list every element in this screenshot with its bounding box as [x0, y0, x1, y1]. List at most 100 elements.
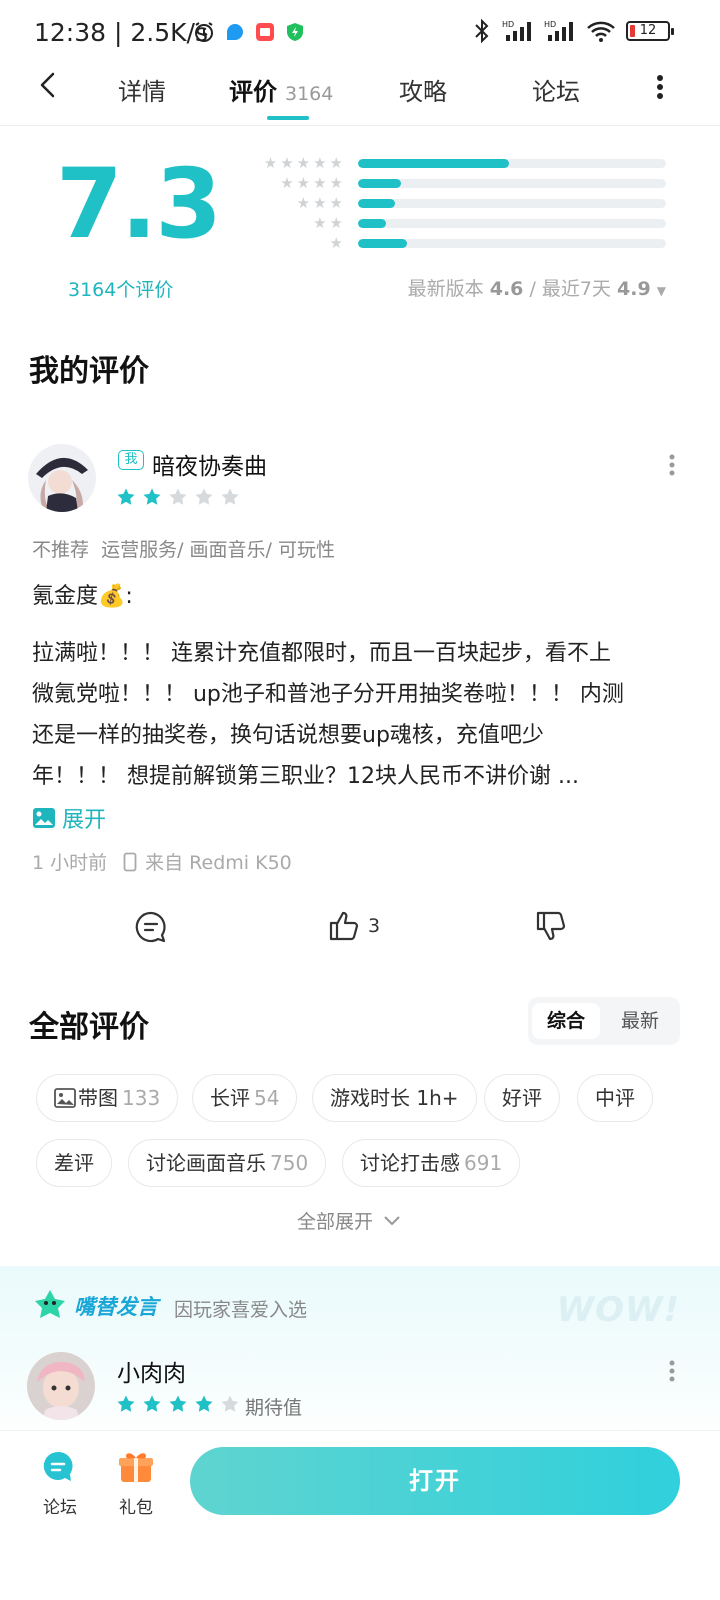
battery-indicator: 12: [626, 21, 674, 41]
rating-row-2-star: ★★: [232, 214, 666, 232]
rating-row-track: [358, 219, 666, 228]
star-icon: [195, 1395, 213, 1412]
filter-chip-graphics-music[interactable]: 讨论画面音乐 750: [128, 1139, 327, 1187]
image-icon: [54, 1088, 76, 1108]
expand-review-button[interactable]: 展开: [32, 802, 106, 834]
stars-label: 期待值: [245, 1397, 303, 1419]
more-options-icon[interactable]: [656, 74, 664, 100]
review-stars: [116, 487, 240, 507]
avatar[interactable]: [28, 444, 96, 512]
review-text-line: 还是一样的抽奖卷，换句话说想要up魂核，充值吧少: [32, 723, 544, 748]
rating-row-stars: ★★: [313, 214, 346, 232]
chip-count: 54: [254, 1085, 280, 1110]
status-bar: 12:38 | 2.5K/s HD HD 12: [0, 0, 720, 64]
avatar-image: [28, 444, 96, 512]
tab-guides[interactable]: 攻略: [399, 72, 447, 107]
featured-username[interactable]: 小肉肉: [117, 1354, 186, 1388]
expand-all-button[interactable]: 全部展开: [297, 1207, 401, 1234]
me-badge: 我: [118, 450, 144, 470]
filter-chip-playtime[interactable]: 游戏时长 1h+: [312, 1074, 477, 1122]
rating-row-bar: [358, 179, 402, 188]
tab-guides-label: 攻略: [399, 78, 447, 106]
phone-icon: [123, 852, 137, 871]
star-icon: [195, 488, 213, 505]
review-text-line: 氪金度💰:: [32, 584, 133, 609]
tab-forum-label: 论坛: [532, 78, 580, 106]
back-arrow-icon[interactable]: [34, 70, 64, 100]
chip-count: 750: [270, 1150, 309, 1175]
more-options-icon[interactable]: [669, 454, 675, 476]
rating-separator: /: [529, 278, 536, 300]
featured-subtitle: 因玩家喜爱入选: [174, 1299, 308, 1321]
review-text-line: 微氪党啦！！！ up池子和普池子分开用抽奖卷啦！！！ 内测: [32, 682, 624, 707]
avatar[interactable]: [27, 1352, 95, 1420]
sort-option-comprehensive[interactable]: 综合: [532, 1003, 600, 1039]
filter-chip-long-review[interactable]: 长评 54: [192, 1074, 298, 1122]
rating-row-bar: [358, 199, 395, 208]
filter-chip-neutral[interactable]: 中评: [577, 1074, 653, 1122]
average-score: 7.3: [56, 148, 222, 260]
star-icon: [169, 1395, 187, 1412]
star-icon: [117, 488, 135, 505]
rating-row-stars: ★★★★★: [263, 154, 346, 172]
thumbs-up-icon: [329, 911, 359, 941]
chevron-down-icon: [384, 1215, 400, 1225]
thumbs-down-icon: [536, 911, 566, 941]
open-app-button[interactable]: 打开: [190, 1447, 680, 1515]
wifi-icon: [587, 21, 615, 42]
like-count: 3: [368, 915, 381, 937]
rating-row-track: [358, 179, 666, 188]
signal-icon: HD: [544, 20, 573, 41]
rating-row-track: [358, 159, 666, 168]
rating-row-bar: [358, 239, 408, 248]
dropdown-triangle-icon: ▼: [656, 284, 666, 298]
status-app-icons: [192, 20, 306, 44]
mascot-icon: [35, 1290, 65, 1318]
image-icon: [33, 808, 55, 828]
star-icon: [169, 488, 187, 505]
review-text-line: 拉满啦！！！ 连累计充值都限时，而且一百块起步，看不上: [32, 641, 611, 666]
chip-label: 讨论画面音乐: [146, 1150, 266, 1175]
recent-label: 最近7天: [541, 278, 611, 300]
more-options-icon[interactable]: [669, 1360, 675, 1382]
sort-option-latest[interactable]: 最新: [606, 1003, 674, 1039]
forum-button[interactable]: 论坛: [42, 1450, 78, 1518]
active-tab-indicator: [267, 116, 309, 120]
rating-row-stars: ★★★: [296, 194, 346, 212]
rating-row-track: [358, 239, 666, 248]
version-label: 最新版本: [407, 278, 484, 300]
filter-chip-with-images[interactable]: 带图 133: [36, 1074, 179, 1122]
filter-chip-positive[interactable]: 好评: [484, 1074, 560, 1122]
review-count: 3164个评价: [68, 279, 174, 301]
like-button[interactable]: 3: [328, 910, 380, 942]
gift-label: 礼包: [119, 1498, 153, 1518]
comment-button[interactable]: [134, 910, 168, 944]
featured-stars: [116, 1394, 240, 1414]
dislike-button[interactable]: [535, 910, 567, 942]
shield-icon: [287, 23, 303, 41]
tab-details-label: 详情: [118, 78, 166, 106]
battery-level: 12: [639, 23, 657, 38]
all-reviews-heading: 全部评价: [29, 1010, 149, 1045]
review-meta: 1 小时前 来自 Redmi K50: [32, 848, 292, 875]
star-icon: [143, 1395, 161, 1412]
chip-label: 中评: [595, 1085, 635, 1110]
rating-row-4-star: ★★★★: [232, 174, 666, 192]
version-score: 4.6: [489, 278, 524, 300]
rating-row-1-star: ★: [232, 234, 666, 252]
filter-chip-negative[interactable]: 差评: [36, 1139, 112, 1187]
tab-forum[interactable]: 论坛: [532, 72, 580, 107]
version-rating[interactable]: 最新版本 4.6 / 最近7天 4.9 ▼: [408, 274, 666, 301]
gift-button[interactable]: 礼包: [118, 1450, 154, 1518]
my-review-heading: 我的评价: [29, 354, 149, 389]
signal-icon: HD: [502, 20, 531, 41]
review-username[interactable]: 暗夜协奏曲: [152, 447, 267, 481]
tab-details[interactable]: 详情: [118, 72, 166, 107]
rating-row-bar: [358, 219, 386, 228]
tab-reviews[interactable]: 评价 3164: [229, 72, 333, 107]
rating-row-bar: [358, 159, 509, 168]
filter-chip-combat-feel[interactable]: 讨论打击感 691: [342, 1139, 521, 1187]
chip-label: 讨论打击感: [360, 1150, 460, 1175]
svg-text:HD: HD: [544, 20, 556, 29]
bluetooth-icon: [475, 18, 489, 44]
